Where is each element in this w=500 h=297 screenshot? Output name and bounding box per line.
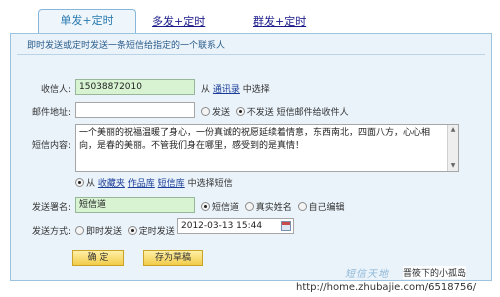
email-nosend-radio[interactable]	[235, 107, 245, 116]
watermark-name: 晋筱下的小孤岛	[403, 266, 467, 279]
sms-form-panel: 即时发送或定时发送一条短信给指定的一个联系人 收信人: 15038872010 …	[10, 33, 492, 281]
form-description: 即时发送或定时发送一条短信给指定的一个联系人	[27, 41, 226, 51]
send-mode-label: 发送方式:	[31, 227, 71, 237]
signature-option2-label: 真实姓名	[255, 203, 292, 213]
contacts-link[interactable]: 通讯录	[213, 85, 240, 95]
signature-input[interactable]: 短信道	[75, 197, 195, 213]
watermark-url: http://home.zhubajie.com/6518756/	[296, 282, 477, 293]
signature-option1-label: 短信道	[212, 203, 240, 213]
sms-library-link[interactable]: 短信库	[158, 179, 185, 189]
scroll-down-arrow-icon[interactable]: ▼	[449, 162, 457, 170]
content-scrollbar[interactable]: ▲ ▼	[447, 125, 458, 171]
content-from-text: 从	[86, 179, 96, 189]
content-suffix-text: 中选择短信	[187, 179, 233, 189]
works-library-link[interactable]: 作品库	[128, 179, 155, 189]
datetime-input[interactable]: 2012-03-13 15:44	[177, 218, 294, 234]
content-label: 短信内容:	[31, 141, 71, 151]
datetime-value: 2012-03-13 15:44	[181, 221, 263, 231]
signature-option2-radio[interactable]	[244, 202, 254, 211]
email-input[interactable]	[75, 102, 195, 118]
confirm-button[interactable]: 确 定	[72, 250, 124, 266]
calendar-icon[interactable]	[281, 221, 291, 231]
scroll-up-arrow-icon[interactable]: ▲	[449, 126, 457, 134]
save-draft-button[interactable]: 存为草稿	[143, 250, 203, 266]
signature-option1-radio[interactable]	[201, 202, 210, 211]
signature-option3-radio[interactable]	[297, 202, 307, 211]
email-nosend-label: 不发送 短信邮件给收件人	[246, 108, 349, 118]
send-now-radio[interactable]	[75, 226, 84, 235]
send-timed-radio[interactable]	[127, 226, 137, 235]
tab-multi-timed[interactable]: 多发+定时	[152, 13, 205, 29]
recipient-input[interactable]: 15038872010	[75, 79, 195, 95]
favorites-link[interactable]: 收藏夹	[98, 179, 125, 189]
send-mode-options: 即时发送 定时发送	[75, 224, 175, 237]
tab-group-timed[interactable]: 群发+定时	[253, 13, 306, 29]
watermark-logo: 短信天地	[345, 269, 389, 280]
tab-single-timed[interactable]: 单发+定时	[38, 9, 136, 33]
signature-label: 发送署名:	[31, 203, 71, 213]
tab-bar: 单发+定时 多发+定时 群发+定时	[0, 0, 500, 36]
send-timed-label: 定时发送	[138, 227, 175, 237]
signature-options: 短信道 真实姓名 自己编辑	[201, 200, 345, 213]
content-textarea[interactable]: 一个美丽的祝福温暖了身心，一份真诚的祝愿延续着情意，东西南北，四面八方，心心相向…	[75, 124, 459, 172]
email-send-label: 发送	[212, 108, 231, 118]
recipient-picker: 从 通讯录 中选择	[201, 82, 270, 95]
send-now-label: 即时发送	[86, 227, 123, 237]
divider	[17, 54, 485, 55]
email-label: 邮件地址:	[31, 108, 71, 118]
content-picker: 从 收藏夹 作品库 短信库 中选择短信	[75, 176, 233, 189]
content-source-radio[interactable]	[75, 178, 84, 187]
signature-option3-label: 自己编辑	[308, 203, 345, 213]
email-send-radio[interactable]	[201, 107, 210, 116]
recipient-suffix-text: 中选择	[242, 85, 270, 95]
recipient-from-text: 从	[201, 85, 211, 95]
recipient-label: 收信人:	[40, 85, 71, 95]
email-options: 发送 不发送 短信邮件给收件人	[201, 105, 349, 118]
content-text: 一个美丽的祝福温暖了身心，一份真诚的祝愿延续着情意，东西南北，四面八方，心心相向…	[79, 128, 431, 151]
